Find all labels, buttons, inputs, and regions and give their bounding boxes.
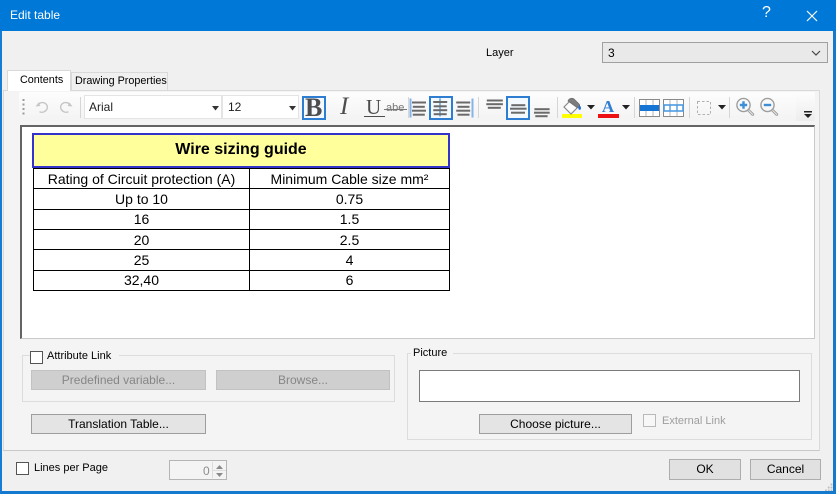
svg-text:A: A <box>602 97 615 116</box>
